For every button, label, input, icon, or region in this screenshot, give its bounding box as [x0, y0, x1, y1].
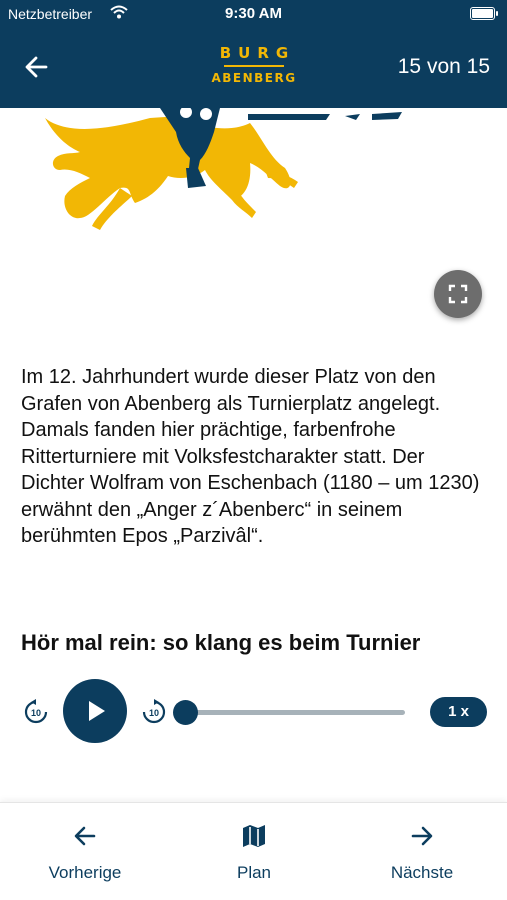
burg-abenberg-logo: BURG ABENBERG	[204, 44, 304, 85]
progress-thumb[interactable]	[172, 700, 198, 725]
expand-icon	[448, 284, 468, 304]
rewind-10-icon: 10	[24, 699, 48, 724]
play-button[interactable]	[63, 679, 127, 743]
forward-10-button[interactable]: 10	[140, 698, 168, 726]
next-label: Nächste	[390, 863, 454, 882]
fullscreen-button[interactable]	[434, 270, 482, 318]
map-icon	[243, 825, 265, 847]
station-description: Im 12. Jahrhundert wurde dieser Platz vo…	[21, 366, 480, 547]
arrow-right-icon	[411, 826, 433, 846]
audio-player: 10 10 1 x	[0, 678, 507, 748]
previous-label: Vorherige	[48, 863, 122, 882]
back-button[interactable]	[22, 52, 52, 82]
page-counter: 15 von 15	[397, 55, 490, 78]
bottom-navigation: Vorherige Plan Nächste	[0, 802, 507, 900]
rewind-label: 10	[31, 708, 41, 718]
status-time: 9:30 AM	[225, 5, 282, 22]
playback-speed-button[interactable]: 1 x	[430, 697, 487, 727]
plan-label: Plan	[236, 863, 272, 882]
audio-title: Hör mal rein: so klang es beim Turnier	[21, 630, 421, 655]
arrow-left-icon	[74, 826, 96, 846]
forward-10-icon: 10	[142, 699, 166, 724]
status-bar: Netzbetreiber 9:30 AM	[0, 0, 507, 28]
logo-divider	[224, 65, 284, 67]
logo-bottom-text: ABENBERG	[211, 71, 297, 85]
plan-button[interactable]: Plan	[179, 803, 329, 900]
knight-on-yellow-horse-illustration	[45, 108, 402, 230]
next-button[interactable]: Nächste	[347, 803, 497, 900]
arrow-left-icon	[25, 56, 48, 78]
rewind-10-button[interactable]: 10	[22, 698, 50, 726]
app-header: Netzbetreiber 9:30 AM BURG ABENBERG 15 v…	[0, 0, 507, 108]
previous-button[interactable]: Vorherige	[10, 803, 160, 900]
progress-track[interactable]	[185, 710, 405, 715]
forward-label: 10	[149, 708, 159, 718]
hero-image	[0, 108, 507, 348]
logo-top-text: BURG	[219, 44, 296, 62]
play-icon	[89, 701, 105, 721]
battery-icon	[470, 7, 498, 20]
